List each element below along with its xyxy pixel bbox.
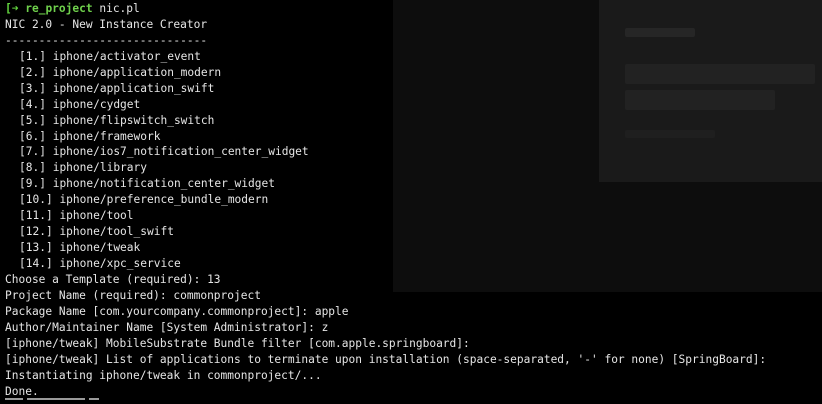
template-item: [12.] iphone/tool_swift	[5, 224, 766, 240]
template-name: iphone/xpc_service	[59, 257, 181, 270]
template-name: iphone/cydget	[52, 97, 141, 111]
output-line-choose-template: Choose a Template (required): 13	[5, 272, 221, 286]
template-item: [13.] iphone/tweak	[5, 240, 766, 256]
template-index: [6.]	[19, 129, 46, 143]
prompt-arrow-icon: [➜	[5, 2, 19, 15]
template-name: iphone/application_modern	[52, 65, 222, 79]
template-item: [5.] iphone/flipswitch_switch	[5, 113, 766, 129]
template-name: iphone/tool_swift	[59, 225, 174, 239]
template-item: [2.] iphone/application_modern	[5, 65, 766, 81]
output-line-project-name: Project Name (required): commonproject	[5, 288, 261, 302]
output-line-package-name: Package Name [com.yourcompany.commonproj…	[5, 304, 349, 318]
template-name: iphone/preference_bundle_modern	[59, 193, 269, 207]
template-index: [10.]	[19, 193, 53, 207]
output-line-terminate-apps: [iphone/tweak] List of applications to t…	[5, 352, 767, 366]
template-name: iphone/ios7_notification_center_widget	[52, 145, 309, 159]
template-index: [11.]	[19, 209, 53, 223]
template-name: iphone/library	[52, 161, 147, 175]
output-line-bundle-filter: [iphone/tweak] MobileSubstrate Bundle fi…	[5, 336, 470, 350]
template-name: iphone/tweak	[59, 241, 141, 255]
template-name: iphone/application_swift	[52, 81, 215, 95]
template-item: [11.] iphone/tool	[5, 208, 766, 224]
template-index: [13.]	[19, 241, 53, 255]
prompt-line: [➜ re_project nic.pl	[5, 1, 766, 17]
template-index: [4.]	[19, 97, 46, 111]
template-name: iphone/activator_event	[52, 49, 201, 63]
template-name: iphone/flipswitch_switch	[52, 113, 215, 127]
template-index: [9.]	[19, 177, 46, 191]
output-line-instantiating: Instantiating iphone/tweak in commonproj…	[5, 368, 322, 382]
template-index: [12.]	[19, 225, 53, 239]
template-name: iphone/notification_center_widget	[52, 177, 275, 191]
template-index: [5.]	[19, 113, 46, 127]
template-index: [1.]	[19, 49, 46, 63]
template-index: [7.]	[19, 145, 46, 159]
prompt-command: nic.pl	[99, 2, 140, 15]
prompt-directory: re_project	[25, 2, 93, 15]
next-prompt-fragment	[5, 398, 125, 404]
template-index: [14.]	[19, 257, 53, 270]
template-item: [10.] iphone/preference_bundle_modern	[5, 192, 766, 208]
template-item: [3.] iphone/application_swift	[5, 81, 766, 97]
template-item: [4.] iphone/cydget	[5, 97, 766, 113]
template-name: iphone/tool	[59, 209, 134, 223]
template-item: [7.] iphone/ios7_notification_center_wid…	[5, 144, 766, 160]
header-separator: ------------------------------	[5, 33, 208, 47]
template-index: [3.]	[19, 81, 46, 95]
terminal-output: [➜ re_project nic.pl NIC 2.0 - New Insta…	[5, 1, 766, 399]
template-item: [9.] iphone/notification_center_widget	[5, 176, 766, 192]
template-item: [1.] iphone/activator_event	[5, 49, 766, 65]
template-item: [6.] iphone/framework	[5, 129, 766, 145]
template-item: [14.] iphone/xpc_service	[5, 256, 766, 272]
template-item: [8.] iphone/library	[5, 160, 766, 176]
output-line-author: Author/Maintainer Name [System Administr…	[5, 320, 329, 334]
template-index: [2.]	[19, 65, 46, 79]
header-title: NIC 2.0 - New Instance Creator	[5, 17, 208, 31]
terminal-window[interactable]: [➜ re_project nic.pl NIC 2.0 - New Insta…	[0, 0, 822, 404]
template-index: [8.]	[19, 161, 46, 175]
template-name: iphone/framework	[52, 129, 161, 143]
